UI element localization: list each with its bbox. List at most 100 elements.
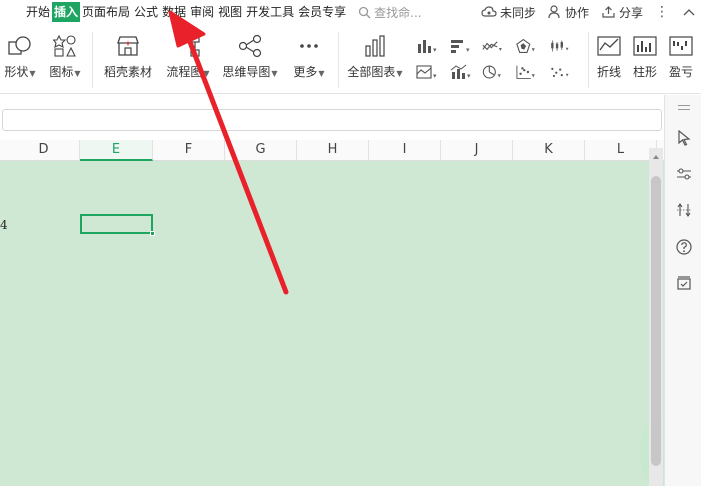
collaborate-button[interactable]: 协作 bbox=[548, 4, 589, 21]
combo-chart-small-icon[interactable]: ▾ bbox=[450, 62, 472, 82]
bar-chart-small-icon[interactable]: ▾ bbox=[450, 36, 472, 56]
sheet-grid[interactable] bbox=[0, 161, 664, 486]
svg-text:▾: ▾ bbox=[532, 72, 536, 80]
command-search[interactable]: 查找命... bbox=[358, 4, 422, 21]
all-charts-button[interactable]: 全部图表▼ bbox=[344, 34, 406, 80]
shape-button[interactable]: 形状▼ bbox=[0, 34, 40, 80]
sync-label: 未同步 bbox=[499, 5, 536, 20]
column-header-i[interactable]: I bbox=[369, 140, 441, 161]
menu-bar: 开始 插入 页面布局 公式 数据 审阅 视图 开发工具 会员专享 查找命... … bbox=[0, 0, 701, 24]
more-button[interactable]: 更多▼ bbox=[288, 34, 330, 80]
svg-text:▾: ▾ bbox=[532, 46, 536, 54]
share-label: 分享 bbox=[618, 5, 643, 20]
search-placeholder: 查找命... bbox=[374, 5, 422, 20]
column-header-d[interactable]: D bbox=[8, 140, 80, 161]
share-button[interactable]: 分享 bbox=[601, 4, 643, 21]
column-header-k[interactable]: K bbox=[513, 140, 585, 161]
mindmap-button[interactable]: 思维导图▼ bbox=[218, 34, 282, 80]
vertical-scrollbar[interactable] bbox=[649, 148, 663, 486]
shape-icon bbox=[8, 36, 31, 55]
menu-member[interactable]: 会员专享 bbox=[296, 2, 348, 22]
svg-text:▾: ▾ bbox=[499, 47, 502, 53]
ribbon-separator bbox=[338, 32, 339, 88]
sparkline-winloss-button[interactable]: 盈亏 bbox=[664, 34, 698, 80]
column-chart-small-icon[interactable]: ▾ bbox=[416, 36, 438, 56]
dot-chart-small-icon[interactable]: ▾ bbox=[550, 62, 572, 82]
pie-chart-small-icon[interactable]: ▾ bbox=[482, 62, 504, 82]
menu-home[interactable]: 开始 bbox=[24, 2, 52, 22]
menu-insert[interactable]: 插入 bbox=[52, 2, 81, 22]
all-charts-label: 全部图表 bbox=[347, 65, 396, 79]
icon-label: 图标 bbox=[49, 65, 74, 79]
panel-grip bbox=[678, 105, 690, 106]
stock-chart-small-icon[interactable]: ▾ bbox=[550, 36, 572, 56]
formula-input[interactable] bbox=[2, 109, 662, 131]
sparkline-column-label: 柱形 bbox=[632, 65, 657, 79]
material-button[interactable]: 稻壳素材 bbox=[100, 34, 156, 80]
select-cursor-icon[interactable] bbox=[675, 129, 693, 147]
more-menu-icon[interactable]: ⋮ bbox=[655, 4, 669, 20]
svg-text:▾: ▾ bbox=[466, 46, 470, 54]
svg-text:▾: ▾ bbox=[566, 47, 569, 53]
menu-formula[interactable]: 公式 bbox=[132, 2, 160, 22]
shape-label: 形状 bbox=[4, 65, 29, 79]
menu-review[interactable]: 审阅 bbox=[188, 2, 216, 22]
menu-developer[interactable]: 开发工具 bbox=[244, 2, 296, 22]
menu-data[interactable]: 数据 bbox=[160, 2, 188, 22]
column-header-h[interactable]: H bbox=[297, 140, 369, 161]
column-header-e[interactable]: E bbox=[80, 140, 153, 161]
ribbon-insert: 形状▼ 图标▼ 稻壳素材 流程图▼ 思维导图▼ 更多▼ 全部图表▼ ▾ ▾ ▾ … bbox=[0, 24, 701, 94]
svg-text:▾: ▾ bbox=[467, 72, 471, 80]
column-header-g[interactable]: G bbox=[225, 140, 297, 161]
help-icon[interactable] bbox=[675, 238, 693, 256]
scrollbar-thumb[interactable] bbox=[651, 176, 661, 466]
sort-transfer-icon[interactable] bbox=[675, 201, 693, 219]
sparkline-column-button[interactable]: 柱形 bbox=[628, 34, 662, 80]
sparkline-line-label: 折线 bbox=[596, 65, 621, 79]
ellipsis-icon bbox=[300, 44, 318, 48]
column-header-l[interactable]: L bbox=[585, 140, 657, 161]
task-box-icon[interactable] bbox=[675, 274, 693, 292]
icon-button[interactable]: 图标▼ bbox=[46, 34, 84, 80]
title-actions: 未同步 协作 分享 ⋮ bbox=[481, 0, 701, 24]
column-header-f[interactable]: F bbox=[153, 140, 225, 161]
column-header-j[interactable]: J bbox=[441, 140, 513, 161]
material-label: 稻壳素材 bbox=[103, 65, 152, 79]
formula-bar-area bbox=[0, 95, 701, 140]
line-chart-small-icon[interactable]: ▾ bbox=[482, 36, 504, 56]
sync-status[interactable]: 未同步 bbox=[481, 4, 536, 21]
ribbon-separator bbox=[92, 32, 93, 88]
ribbon-separator bbox=[588, 32, 589, 88]
flowchart-icon bbox=[190, 35, 200, 57]
shop-icon bbox=[117, 36, 139, 56]
side-panel bbox=[664, 95, 701, 486]
collapse-ribbon-icon[interactable] bbox=[683, 5, 695, 19]
share-icon bbox=[602, 6, 615, 18]
icon-library-icon bbox=[53, 34, 76, 57]
svg-text:▾: ▾ bbox=[433, 46, 437, 54]
fill-handle[interactable] bbox=[150, 231, 155, 236]
svg-text:▾: ▾ bbox=[566, 73, 569, 79]
collaborate-label: 协作 bbox=[564, 5, 589, 20]
more-label: 更多 bbox=[293, 65, 318, 79]
mindmap-icon bbox=[238, 34, 262, 58]
selected-cell-e4[interactable] bbox=[80, 214, 153, 234]
area-chart-small-icon[interactable]: ▾ bbox=[416, 62, 438, 82]
search-icon bbox=[358, 6, 371, 18]
flowchart-label: 流程图 bbox=[166, 65, 203, 79]
person-icon bbox=[548, 5, 560, 19]
radar-chart-small-icon[interactable]: ▾ bbox=[516, 36, 538, 56]
row-number: 4 bbox=[0, 218, 8, 232]
sparkline-line-button[interactable]: 折线 bbox=[592, 34, 626, 80]
mindmap-label: 思维导图 bbox=[222, 65, 271, 79]
flowchart-button[interactable]: 流程图▼ bbox=[164, 34, 212, 80]
sparkline-winloss-icon bbox=[669, 36, 693, 56]
sparkline-winloss-label: 盈亏 bbox=[668, 65, 693, 79]
bar-chart-icon bbox=[365, 35, 385, 57]
adjust-sliders-icon[interactable] bbox=[675, 165, 693, 183]
sparkline-line-icon bbox=[597, 36, 621, 56]
scroll-up-icon[interactable] bbox=[651, 152, 661, 162]
scatter-chart-small-icon[interactable]: ▾ bbox=[516, 62, 538, 82]
menu-view[interactable]: 视图 bbox=[216, 2, 244, 22]
menu-page-layout[interactable]: 页面布局 bbox=[80, 2, 132, 22]
